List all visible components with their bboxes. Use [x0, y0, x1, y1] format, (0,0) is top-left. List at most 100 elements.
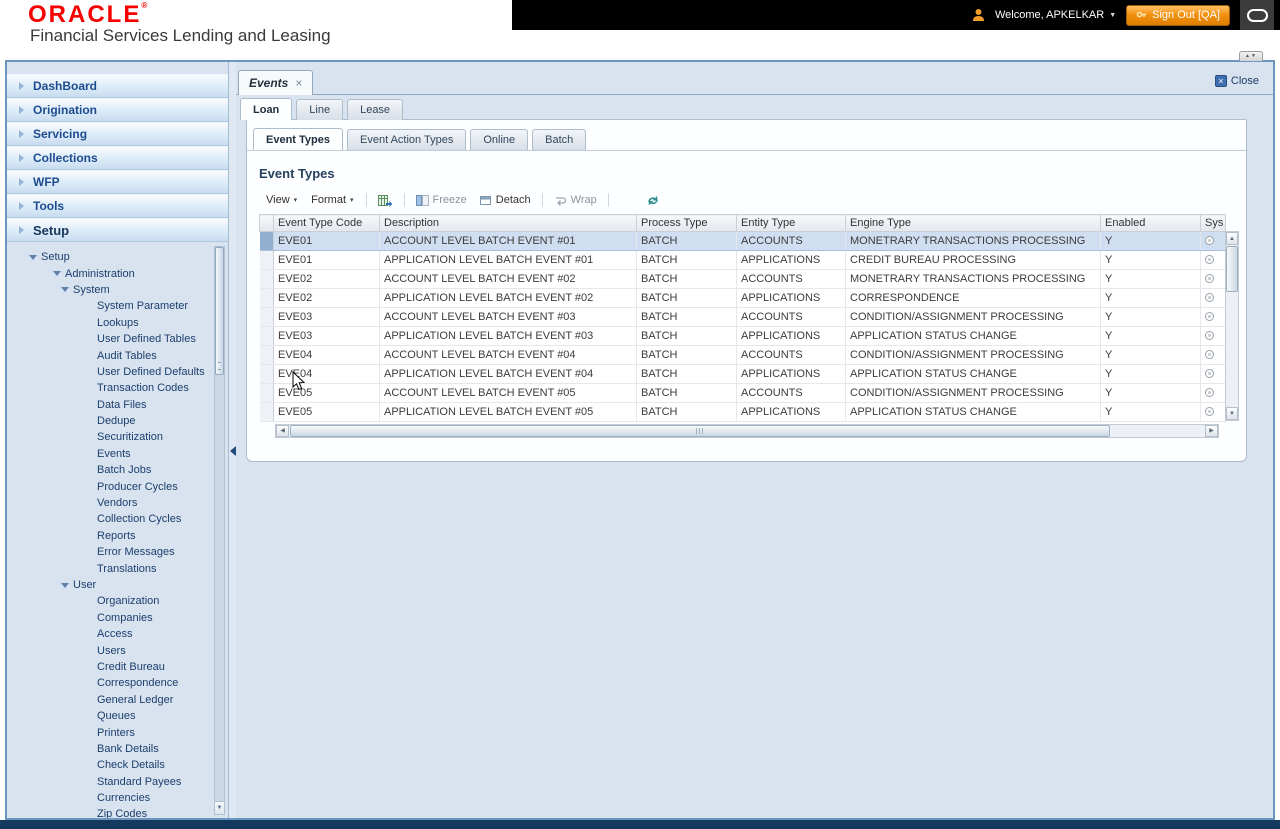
tab-events[interactable]: Events ×: [238, 70, 314, 95]
tree-item[interactable]: Bank Details: [7, 741, 212, 757]
product-tab[interactable]: Lease: [347, 99, 404, 120]
table-row[interactable]: EVE03 ACCOUNT LEVEL BATCH EVENT #03 BATC…: [259, 307, 1226, 327]
tree-item[interactable]: Users: [7, 642, 212, 658]
column-header-process-type[interactable]: Process Type: [636, 214, 737, 232]
table-horizontal-scrollbar[interactable]: ◀ ▶: [275, 424, 1219, 438]
system-generated-radio[interactable]: [1205, 274, 1214, 283]
system-generated-radio[interactable]: [1205, 236, 1214, 245]
column-header-enabled[interactable]: Enabled: [1100, 214, 1201, 232]
tree-item[interactable]: Zip Codes: [7, 806, 212, 818]
tree-item[interactable]: Securitization: [7, 429, 212, 445]
scroll-up-button[interactable]: ▲: [1226, 232, 1238, 245]
sub-tab[interactable]: Event Action Types: [347, 129, 467, 150]
column-header-entity-type[interactable]: Entity Type: [736, 214, 846, 232]
system-generated-radio[interactable]: [1205, 331, 1214, 340]
view-menu-button[interactable]: View ▾: [259, 194, 304, 206]
sidebar-accordion-item[interactable]: Setup: [7, 218, 228, 242]
table-row[interactable]: EVE02 ACCOUNT LEVEL BATCH EVENT #02 BATC…: [259, 269, 1226, 289]
system-generated-radio[interactable]: [1205, 369, 1214, 378]
table-row[interactable]: EVE05 ACCOUNT LEVEL BATCH EVENT #05 BATC…: [259, 383, 1226, 403]
tree-item[interactable]: Producer Cycles: [7, 478, 212, 494]
table-row[interactable]: EVE05 APPLICATION LEVEL BATCH EVENT #05 …: [259, 402, 1226, 422]
system-generated-radio[interactable]: [1205, 350, 1214, 359]
tree-item[interactable]: Check Details: [7, 757, 212, 773]
sidebar-accordion-item[interactable]: WFP: [7, 170, 228, 194]
tree-item[interactable]: Credit Bureau: [7, 659, 212, 675]
sub-tab[interactable]: Event Types: [253, 128, 343, 150]
tree-item[interactable]: Batch Jobs: [7, 462, 212, 478]
tree-item[interactable]: Dedupe: [7, 413, 212, 429]
sidebar-accordion-item[interactable]: Origination: [7, 98, 228, 122]
tree-item[interactable]: Printers: [7, 724, 212, 740]
tree-item[interactable]: Translations: [7, 560, 212, 576]
format-menu-button[interactable]: Format ▾: [304, 194, 360, 206]
horizontal-scrollbar-thumb[interactable]: [290, 425, 1110, 437]
refresh-button[interactable]: [640, 194, 666, 207]
sidebar-scrollbar-thumb[interactable]: [215, 247, 224, 375]
sidebar-accordion-item[interactable]: Servicing: [7, 122, 228, 146]
tree-item[interactable]: Data Files: [7, 397, 212, 413]
system-generated-radio[interactable]: [1205, 407, 1214, 416]
tree-item[interactable]: System: [7, 282, 212, 298]
sub-tab[interactable]: Online: [470, 129, 529, 150]
column-header-engine-type[interactable]: Engine Type: [845, 214, 1101, 232]
export-to-excel-button[interactable]: [372, 194, 399, 207]
system-generated-radio[interactable]: [1205, 388, 1214, 397]
tree-item[interactable]: Transaction Codes: [7, 380, 212, 396]
sidebar-accordion-item[interactable]: Tools: [7, 194, 228, 218]
tree-item[interactable]: Events: [7, 446, 212, 462]
tree-item[interactable]: Setup: [7, 249, 212, 265]
tree-item[interactable]: System Parameter: [7, 298, 212, 314]
column-header-description[interactable]: Description: [379, 214, 637, 232]
tree-item[interactable]: User: [7, 577, 212, 593]
system-generated-radio[interactable]: [1205, 255, 1214, 264]
sidebar-scrollbar[interactable]: ▼: [214, 246, 225, 815]
product-tab[interactable]: Line: [296, 99, 344, 120]
table-row[interactable]: EVE04 APPLICATION LEVEL BATCH EVENT #04 …: [259, 364, 1226, 384]
table-row[interactable]: EVE01 ACCOUNT LEVEL BATCH EVENT #01 BATC…: [259, 231, 1226, 251]
system-generated-radio[interactable]: [1205, 312, 1214, 321]
sidebar-scroll-down-button[interactable]: ▼: [215, 801, 224, 814]
product-tab[interactable]: Loan: [240, 98, 293, 120]
tree-item[interactable]: Standard Payees: [7, 774, 212, 790]
welcome-user-menu[interactable]: Welcome, APKELKAR ▼: [995, 9, 1116, 21]
table-row[interactable]: EVE02 APPLICATION LEVEL BATCH EVENT #02 …: [259, 288, 1226, 308]
sub-tab[interactable]: Batch: [532, 129, 587, 150]
close-button[interactable]: × Close: [1214, 75, 1259, 87]
column-header-event-type-code[interactable]: Event Type Code: [273, 214, 380, 232]
tree-item[interactable]: Audit Tables: [7, 347, 212, 363]
table-row[interactable]: EVE04 ACCOUNT LEVEL BATCH EVENT #04 BATC…: [259, 345, 1226, 365]
scroll-down-button[interactable]: ▼: [1226, 407, 1238, 420]
tree-item[interactable]: Correspondence: [7, 675, 212, 691]
sidebar-accordion-item[interactable]: Collections: [7, 146, 228, 170]
sidebar-collapse-handle[interactable]: [229, 434, 236, 468]
wrap-button[interactable]: Wrap: [548, 194, 603, 207]
tree-item[interactable]: Administration: [7, 265, 212, 281]
system-generated-radio[interactable]: [1205, 293, 1214, 302]
tree-item[interactable]: General Ledger: [7, 692, 212, 708]
tree-item[interactable]: Collection Cycles: [7, 511, 212, 527]
sign-out-button[interactable]: Sign Out [QA]: [1126, 4, 1230, 26]
splitter-collapse-button[interactable]: ▲▼: [1239, 51, 1263, 61]
tree-item[interactable]: Lookups: [7, 315, 212, 331]
tree-item[interactable]: Currencies: [7, 790, 212, 806]
table-row[interactable]: EVE01 APPLICATION LEVEL BATCH EVENT #01 …: [259, 250, 1226, 270]
tab-close-icon[interactable]: ×: [295, 76, 302, 90]
tree-item[interactable]: User Defined Defaults: [7, 364, 212, 380]
table-row[interactable]: EVE03 APPLICATION LEVEL BATCH EVENT #03 …: [259, 326, 1226, 346]
tree-item[interactable]: Error Messages: [7, 544, 212, 560]
table-vertical-scrollbar[interactable]: ▲ ▼: [1225, 231, 1239, 421]
tree-item[interactable]: Access: [7, 626, 212, 642]
detach-button[interactable]: Detach: [473, 194, 537, 207]
tree-item[interactable]: Vendors: [7, 495, 212, 511]
tree-item[interactable]: User Defined Tables: [7, 331, 212, 347]
tree-item[interactable]: Queues: [7, 708, 212, 724]
tree-item[interactable]: Companies: [7, 610, 212, 626]
scroll-right-button[interactable]: ▶: [1205, 425, 1218, 437]
freeze-button[interactable]: Freeze: [410, 194, 473, 207]
feedback-bubble-button[interactable]: [1240, 0, 1274, 30]
tree-item[interactable]: Reports: [7, 528, 212, 544]
scroll-left-button[interactable]: ◀: [276, 425, 289, 437]
column-header-sys[interactable]: Sys: [1200, 214, 1226, 232]
vertical-scrollbar-thumb[interactable]: [1226, 246, 1238, 292]
